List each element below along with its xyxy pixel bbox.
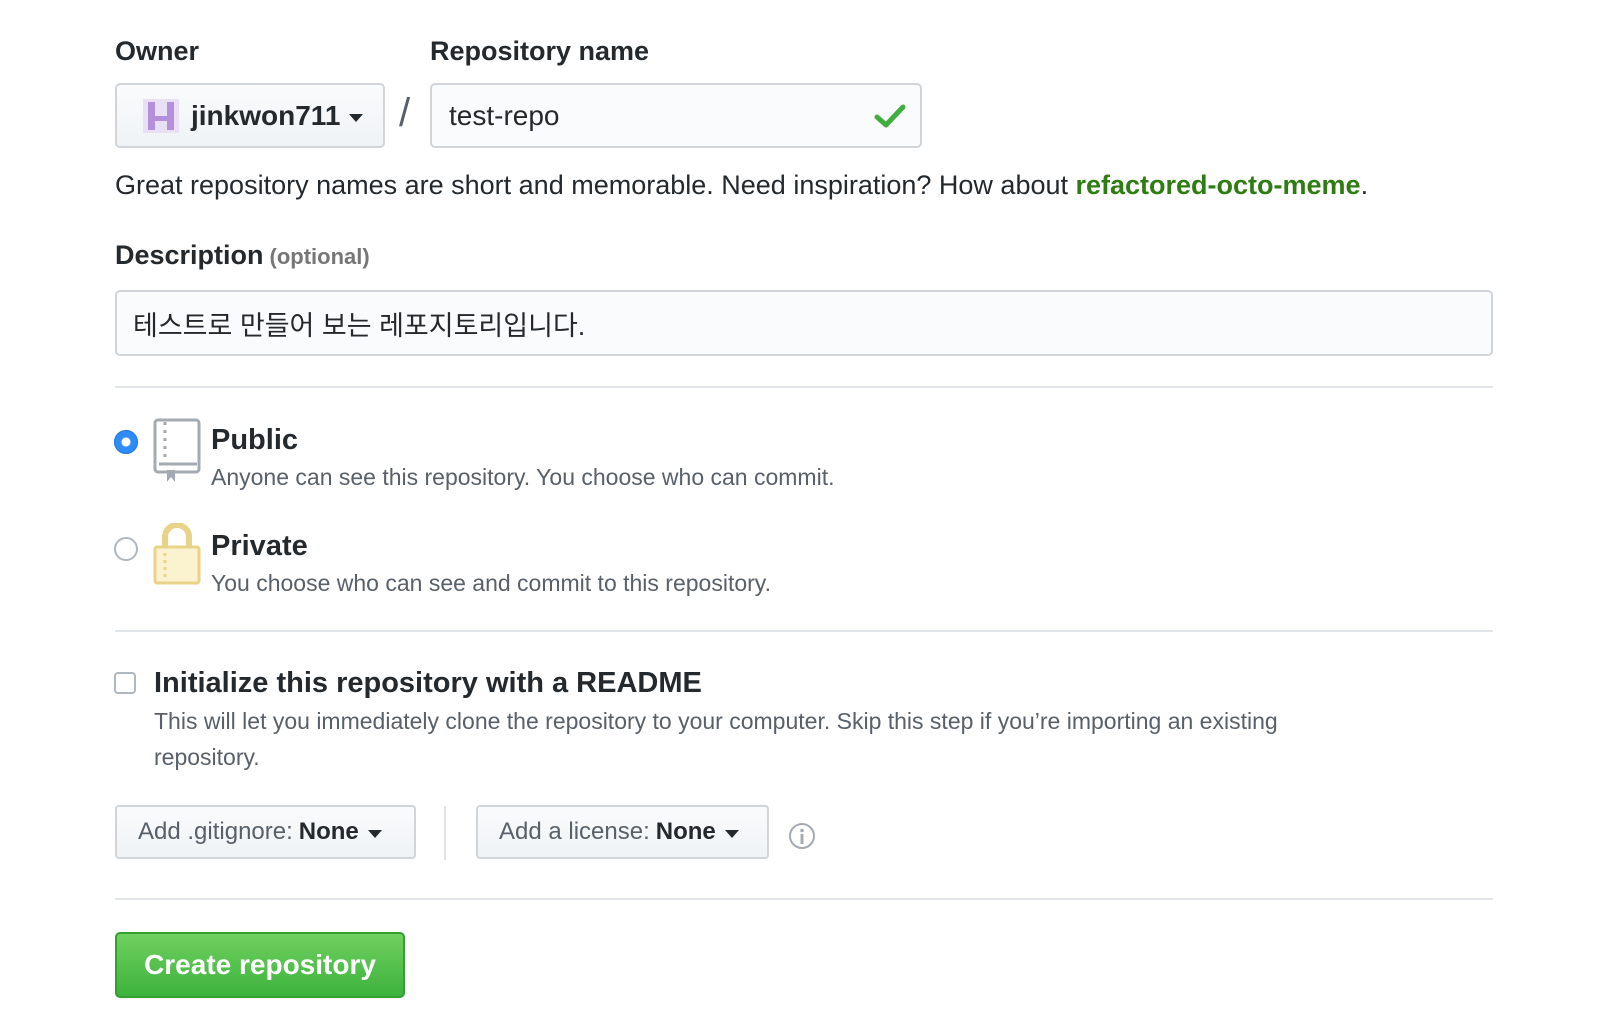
private-title: Private <box>211 530 308 562</box>
divider <box>115 630 1493 632</box>
gitignore-label: Add .gitignore: <box>138 818 293 845</box>
readme-description-line2: repository. <box>154 744 260 770</box>
private-description: You choose who can see and commit to thi… <box>211 570 771 596</box>
chevron-down-icon <box>349 113 364 122</box>
license-label: Add a license: <box>499 818 650 845</box>
path-separator: / <box>399 91 411 135</box>
public-description: Anyone can see this repository. You choo… <box>211 464 835 490</box>
avatar <box>143 98 179 133</box>
readme-checkbox[interactable] <box>114 672 136 694</box>
public-radio[interactable] <box>114 430 138 454</box>
gitignore-dropdown[interactable]: Add .gitignore: None <box>115 805 416 859</box>
readme-description-line1: This will let you immediately clone the … <box>154 708 1278 734</box>
divider <box>115 386 1493 388</box>
readme-title: Initialize this repository with a README <box>154 667 702 699</box>
name-hint: Great repository names are short and mem… <box>115 170 1368 201</box>
name-suggestion-link[interactable]: refactored-octo-meme <box>1076 170 1361 200</box>
divider <box>444 806 446 860</box>
optional-tag: (optional) <box>269 244 370 269</box>
check-icon <box>874 102 906 137</box>
private-radio[interactable] <box>114 537 138 561</box>
license-value: None <box>655 818 716 845</box>
repository-name-label: Repository name <box>430 36 650 66</box>
description-label-text: Description <box>115 240 264 270</box>
repository-name-value: test-repo <box>449 99 560 131</box>
public-title: Public <box>211 424 299 456</box>
license-dropdown[interactable]: Add a license: None <box>476 805 769 859</box>
repository-name-input[interactable]: test-repo <box>430 83 922 148</box>
hint-text: Great repository names are short and mem… <box>115 170 1076 200</box>
create-repository-button[interactable]: Create repository <box>115 932 405 998</box>
description-input[interactable]: 테스트로 만들어 보는 레포지토리입니다. <box>115 290 1493 356</box>
owner-label: Owner <box>115 36 200 66</box>
divider <box>115 898 1493 900</box>
hint-end: . <box>1360 170 1369 200</box>
lock-icon <box>153 522 201 590</box>
gitignore-value: None <box>298 818 359 845</box>
description-value: 테스트로 만들어 보는 레포지토리입니다. <box>133 310 586 341</box>
repo-book-icon <box>153 418 201 489</box>
chevron-down-icon <box>367 830 382 838</box>
owner-dropdown[interactable]: jinkwon711 <box>115 83 385 148</box>
description-label: Description (optional) <box>115 240 370 271</box>
info-icon[interactable] <box>788 822 816 855</box>
chevron-down-icon <box>724 830 739 838</box>
owner-name: jinkwon711 <box>191 99 341 131</box>
